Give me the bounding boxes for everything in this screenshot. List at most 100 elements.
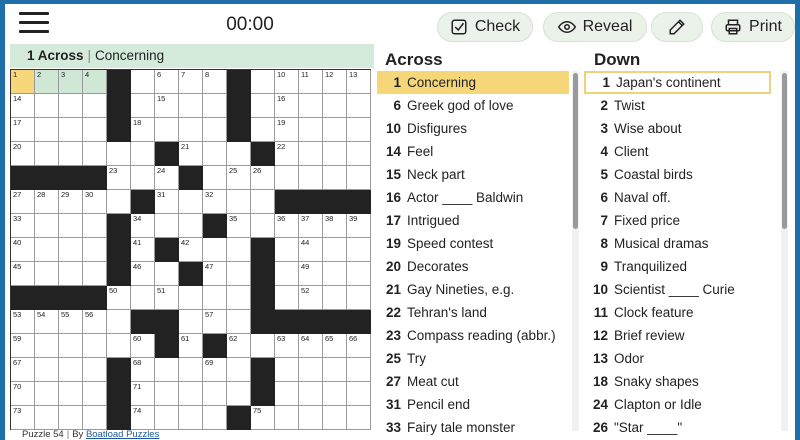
grid-cell[interactable]: 21 [179, 142, 203, 166]
across-clue-item[interactable]: 23 Compass reading (abbr.) [377, 324, 569, 347]
grid-cell[interactable] [227, 190, 251, 214]
grid-cell[interactable] [131, 70, 155, 94]
down-clue-item[interactable]: 12 Brief review [584, 324, 776, 347]
grid-cell[interactable] [179, 118, 203, 142]
grid-cell[interactable] [227, 262, 251, 286]
grid-cell[interactable]: 26 [251, 166, 275, 190]
across-clue-item[interactable]: 22 Tehran's land [377, 301, 569, 324]
grid-cell[interactable]: 38 [323, 214, 347, 238]
grid-cell[interactable] [323, 286, 347, 310]
grid-cell[interactable]: 71 [131, 382, 155, 406]
down-clue-item[interactable]: 9 Tranquilized [584, 255, 776, 278]
grid-cell[interactable] [323, 166, 347, 190]
across-scrollbar[interactable] [572, 71, 579, 431]
grid-cell[interactable] [203, 142, 227, 166]
grid-cell[interactable] [59, 262, 83, 286]
grid-cell[interactable] [83, 94, 107, 118]
down-clue-item[interactable]: 10 Scientist ____ Curie [584, 278, 776, 301]
down-clue-item[interactable]: 2 Twist [584, 94, 776, 117]
grid-cell[interactable]: 57 [203, 310, 227, 334]
across-clue-item[interactable]: 17 Intrigued [377, 209, 569, 232]
grid-cell[interactable] [131, 94, 155, 118]
grid-cell[interactable] [347, 286, 371, 310]
grid-cell[interactable] [35, 214, 59, 238]
grid-cell[interactable] [347, 166, 371, 190]
grid-cell[interactable] [227, 238, 251, 262]
grid-cell[interactable]: 19 [275, 118, 299, 142]
grid-cell[interactable] [203, 94, 227, 118]
grid-cell[interactable] [299, 382, 323, 406]
grid-cell[interactable]: 13 [347, 70, 371, 94]
grid-cell[interactable] [251, 334, 275, 358]
grid-cell[interactable] [155, 382, 179, 406]
grid-cell[interactable] [155, 358, 179, 382]
grid-cell[interactable] [155, 214, 179, 238]
grid-cell[interactable] [179, 406, 203, 430]
grid-cell[interactable]: 1 [11, 70, 35, 94]
grid-cell[interactable] [155, 262, 179, 286]
grid-cell[interactable] [323, 238, 347, 262]
grid-cell[interactable]: 69 [203, 358, 227, 382]
across-clue-item[interactable]: 14 Feel [377, 140, 569, 163]
grid-cell[interactable] [299, 94, 323, 118]
grid-cell[interactable] [347, 142, 371, 166]
across-clue-item[interactable]: 16 Actor ____ Baldwin [377, 186, 569, 209]
grid-cell[interactable] [323, 142, 347, 166]
grid-cell[interactable] [179, 358, 203, 382]
grid-cell[interactable] [275, 286, 299, 310]
grid-cell[interactable] [131, 166, 155, 190]
down-clue-item[interactable]: 11 Clock feature [584, 301, 776, 324]
grid-cell[interactable] [59, 334, 83, 358]
grid-cell[interactable] [275, 358, 299, 382]
grid-cell[interactable]: 29 [59, 190, 83, 214]
grid-cell[interactable]: 51 [155, 286, 179, 310]
author-link[interactable]: Boatload Puzzles [86, 429, 159, 440]
grid-cell[interactable] [299, 358, 323, 382]
grid-cell[interactable]: 39 [347, 214, 371, 238]
grid-cell[interactable]: 54 [35, 310, 59, 334]
grid-cell[interactable]: 47 [203, 262, 227, 286]
grid-cell[interactable] [299, 166, 323, 190]
grid-cell[interactable] [227, 286, 251, 310]
grid-cell[interactable] [59, 358, 83, 382]
down-clue-item[interactable]: 6 Naval off. [584, 186, 776, 209]
grid-cell[interactable]: 17 [11, 118, 35, 142]
grid-cell[interactable] [35, 382, 59, 406]
grid-cell[interactable]: 14 [11, 94, 35, 118]
grid-cell[interactable] [179, 382, 203, 406]
across-clue-item[interactable]: 33 Fairy tale monster [377, 416, 569, 439]
across-clue-item[interactable]: 31 Pencil end [377, 393, 569, 416]
pencil-button[interactable] [651, 12, 703, 42]
grid-cell[interactable] [251, 190, 275, 214]
grid-cell[interactable]: 75 [251, 406, 275, 430]
grid-cell[interactable]: 41 [131, 238, 155, 262]
grid-cell[interactable] [323, 94, 347, 118]
grid-cell[interactable]: 15 [155, 94, 179, 118]
across-clue-item[interactable]: 1 Concerning [377, 71, 569, 94]
grid-cell[interactable] [203, 118, 227, 142]
grid-cell[interactable] [275, 382, 299, 406]
grid-cell[interactable] [323, 118, 347, 142]
across-clue-item[interactable]: 27 Meat cut [377, 370, 569, 393]
grid-cell[interactable] [83, 262, 107, 286]
grid-cell[interactable]: 7 [179, 70, 203, 94]
grid-cell[interactable]: 35 [227, 214, 251, 238]
grid-cell[interactable]: 28 [35, 190, 59, 214]
grid-cell[interactable]: 73 [11, 406, 35, 430]
grid-cell[interactable] [35, 406, 59, 430]
grid-cell[interactable]: 52 [299, 286, 323, 310]
grid-cell[interactable]: 36 [275, 214, 299, 238]
grid-cell[interactable]: 22 [275, 142, 299, 166]
grid-cell[interactable] [107, 190, 131, 214]
grid-cell[interactable] [83, 334, 107, 358]
grid-cell[interactable] [83, 118, 107, 142]
grid-cell[interactable] [347, 262, 371, 286]
grid-cell[interactable]: 44 [299, 238, 323, 262]
across-clue-item[interactable]: 15 Neck part [377, 163, 569, 186]
grid-cell[interactable] [179, 286, 203, 310]
grid-cell[interactable]: 32 [203, 190, 227, 214]
grid-cell[interactable] [59, 214, 83, 238]
grid-cell[interactable]: 8 [203, 70, 227, 94]
grid-cell[interactable] [59, 382, 83, 406]
grid-cell[interactable] [179, 190, 203, 214]
